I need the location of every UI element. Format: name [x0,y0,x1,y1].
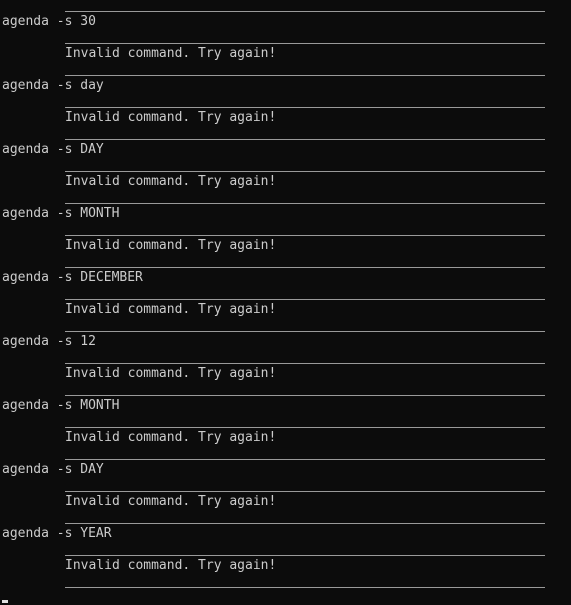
divider-line [65,555,545,556]
command-line: agenda -s YEAR [2,526,112,541]
error-message: Invalid command. Try again! [65,110,277,125]
divider-line [65,235,545,236]
error-message: Invalid command. Try again! [65,430,277,445]
command-line: agenda -s MONTH [2,398,120,413]
error-message: Invalid command. Try again! [65,366,277,381]
text-cursor [2,600,8,603]
divider-line [65,491,545,492]
error-message: Invalid command. Try again! [65,238,277,253]
divider-line [65,299,545,300]
divider-line [65,427,545,428]
divider-line [65,587,545,588]
divider-line [65,395,545,396]
command-line: agenda -s DAY [2,462,104,477]
command-line: agenda -s MONTH [2,206,120,221]
divider-line [65,107,545,108]
error-message: Invalid command. Try again! [65,46,277,61]
divider-line [65,75,545,76]
divider-line [65,267,545,268]
command-line: agenda -s 12 [2,334,96,349]
command-line: agenda -s DAY [2,142,104,157]
divider-line [65,203,545,204]
terminal-output[interactable]: agenda -s 30 Invalid command. Try again!… [0,0,571,605]
divider-line [65,523,545,524]
command-line: agenda -s DECEMBER [2,270,143,285]
error-message: Invalid command. Try again! [65,494,277,509]
error-message: Invalid command. Try again! [65,302,277,317]
command-line: agenda -s day [2,78,104,93]
error-message: Invalid command. Try again! [65,174,277,189]
divider-line [65,139,545,140]
divider-line [65,331,545,332]
divider-line [65,459,545,460]
divider-line [65,363,545,364]
divider-line [65,171,545,172]
error-message: Invalid command. Try again! [65,558,277,573]
command-line: agenda -s 30 [2,14,96,29]
divider-line [65,11,545,12]
divider-line [65,43,545,44]
